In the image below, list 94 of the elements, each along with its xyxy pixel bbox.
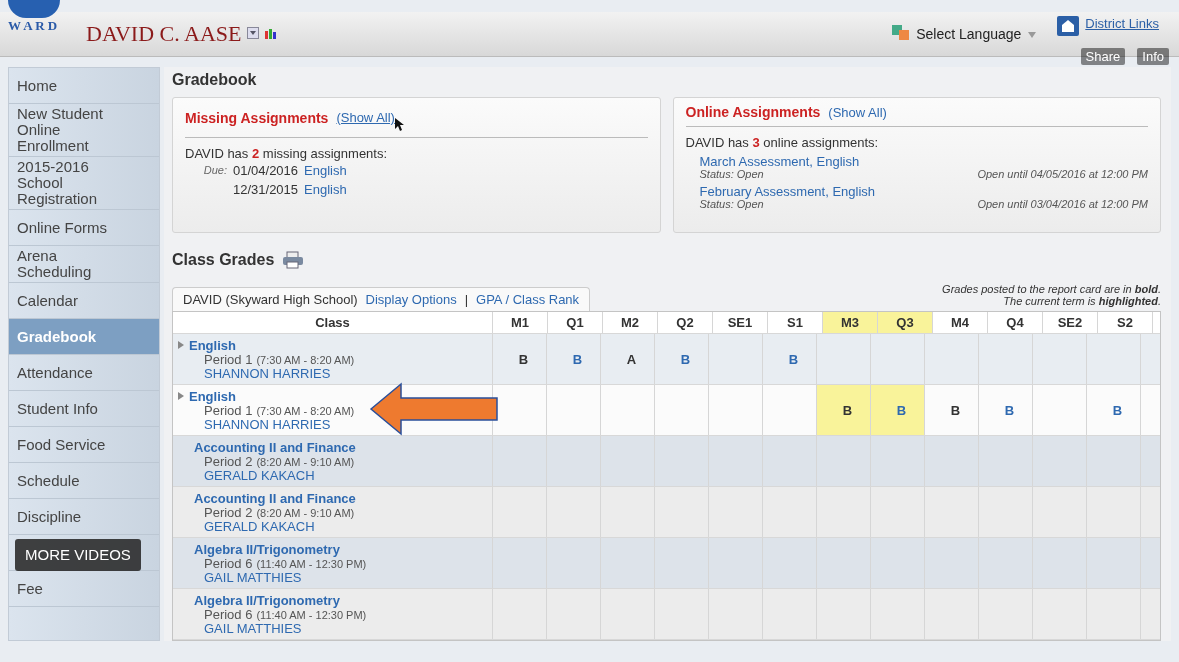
legend-text: The current term is highlighted. xyxy=(1002,295,1161,307)
sidebar-item[interactable]: Student Info xyxy=(9,391,159,427)
more-videos-button[interactable]: MORE VIDEOS xyxy=(15,539,141,571)
course-link[interactable]: English xyxy=(189,337,236,353)
sidebar-item[interactable]: Food Service xyxy=(9,427,159,463)
student-name[interactable]: DAVID C. AASE xyxy=(86,21,242,47)
column-header: Q2 xyxy=(658,312,713,333)
section-title: Class Grades xyxy=(172,251,275,269)
separator-text: | xyxy=(464,292,469,307)
due-label: Due: xyxy=(202,163,227,178)
column-header: Class xyxy=(173,312,493,333)
time-text: (11:40 AM - 12:30 PM) xyxy=(256,608,367,621)
logo-text: W A R D xyxy=(8,18,58,34)
open-until-text: Open until 04/05/2016 at 12:00 PM xyxy=(977,168,1148,180)
legend-text: Grades posted to the report card are in bold. xyxy=(942,283,1161,295)
bar-chart-icon xyxy=(265,26,278,42)
column-header: S2 xyxy=(1098,312,1153,333)
option-link[interactable]: GPA / Class Rank xyxy=(476,292,580,307)
column-header: M4 xyxy=(933,312,988,333)
course-link[interactable]: English xyxy=(304,180,347,199)
sidebar-item[interactable]: Home xyxy=(9,68,159,104)
summary-text: DAVID has 3 online assignments: xyxy=(685,135,880,150)
grade-text: B xyxy=(842,402,853,418)
grade-link[interactable]: B xyxy=(572,351,583,367)
sidebar-item[interactable]: Fee xyxy=(9,571,159,607)
course-link[interactable]: Algebra II/Trigonometry xyxy=(194,592,340,608)
student-tab[interactable]: DAVID (Skyward High School) Display Options | GPA / Class Rank xyxy=(172,287,591,311)
assignment-link[interactable]: March Assessment, English xyxy=(699,154,860,169)
column-header: M1 xyxy=(493,312,548,333)
sidebar-item[interactable]: New Student Online Enrollment xyxy=(9,104,159,157)
column-header: SE2 xyxy=(1043,312,1098,333)
info-button[interactable]: Info xyxy=(1137,48,1169,65)
status-text: Status: Open xyxy=(699,168,764,180)
column-header: Q3 xyxy=(878,312,933,333)
grade-text: A xyxy=(626,351,637,367)
course-link[interactable]: English xyxy=(304,161,347,180)
grade-link[interactable]: B xyxy=(788,351,799,367)
teacher-link[interactable]: GERALD KAKACH xyxy=(204,467,315,483)
column-header: M2 xyxy=(603,312,658,333)
show-all-link[interactable]: (Show All) xyxy=(828,104,887,120)
building-icon xyxy=(1057,16,1080,36)
teacher-link[interactable]: GAIL MATTHIES xyxy=(204,569,302,585)
expand-arrow-icon[interactable] xyxy=(178,392,184,400)
teacher-link[interactable]: SHANNON HARRIES xyxy=(204,416,331,432)
expand-arrow-icon[interactable] xyxy=(178,341,184,349)
time-text: (11:40 AM - 12:30 PM) xyxy=(256,557,367,570)
grade-link[interactable]: B xyxy=(1004,402,1015,418)
period-text: Period 2 xyxy=(204,453,253,469)
card-title: Online Assignments xyxy=(685,104,821,120)
summary-text: DAVID has 2 missing assignments: xyxy=(185,146,389,161)
column-header: M3 xyxy=(823,312,878,333)
time-text: (8:20 AM - 9:10 AM) xyxy=(256,506,355,519)
grade-link[interactable]: B xyxy=(680,351,691,367)
course-link[interactable]: Accounting II and Finance xyxy=(194,439,356,455)
status-text: Status: Open xyxy=(699,198,764,210)
grade-link[interactable]: B xyxy=(896,402,907,418)
sidebar-item[interactable]: Attendance xyxy=(9,355,159,391)
grade-text: B xyxy=(950,402,961,418)
time-text: (8:20 AM - 9:10 AM) xyxy=(256,455,355,468)
teacher-link[interactable]: GAIL MATTHIES xyxy=(204,620,302,636)
share-button[interactable]: Share xyxy=(1080,48,1126,65)
column-header: Q1 xyxy=(548,312,603,333)
time-text: (7:30 AM - 8:20 AM) xyxy=(256,353,355,366)
district-links-link[interactable]: District Links xyxy=(1085,16,1159,31)
open-until-text: Open until 03/04/2016 at 12:00 PM xyxy=(977,198,1148,210)
course-link[interactable]: English xyxy=(189,388,236,404)
dropdown-icon[interactable] xyxy=(247,26,260,42)
teacher-link[interactable]: GERALD KAKACH xyxy=(204,518,315,534)
assignment-link[interactable]: February Assessment, English xyxy=(699,184,876,199)
sidebar-item[interactable]: 2015-2016 School Registration xyxy=(9,157,159,210)
mouse-pointer-icon xyxy=(394,118,404,131)
sidebar-item[interactable]: Arena Scheduling xyxy=(9,246,159,283)
grade-text: B xyxy=(518,351,529,367)
teacher-link[interactable]: SHANNON HARRIES xyxy=(204,365,331,381)
sidebar-item[interactable]: Schedule xyxy=(9,463,159,499)
time-text: (7:30 AM - 8:20 AM) xyxy=(256,404,355,417)
card-title: Missing Assignments xyxy=(185,109,329,126)
sidebar-item[interactable]: Discipline xyxy=(9,499,159,535)
printer-icon[interactable] xyxy=(282,251,305,269)
sidebar-item[interactable]: Gradebook xyxy=(9,319,159,355)
column-header: SE1 xyxy=(713,312,768,333)
show-all-link[interactable]: (Show All) xyxy=(336,110,395,125)
due-date: 01/04/2016 xyxy=(233,162,299,180)
language-select[interactable]: Select Language xyxy=(916,26,1022,42)
page-title: Gradebook xyxy=(172,71,258,89)
column-header: Q4 xyxy=(988,312,1043,333)
tab-label: DAVID (Skyward High School) xyxy=(183,292,358,307)
course-link[interactable]: Accounting II and Finance xyxy=(194,490,356,506)
due-date: 12/31/2015 xyxy=(233,181,299,199)
option-link[interactable]: Display Options xyxy=(365,292,457,307)
grade-link[interactable]: B xyxy=(1112,402,1123,418)
period-text: Period 2 xyxy=(204,504,253,520)
course-link[interactable]: Algebra II/Trigonometry xyxy=(194,541,340,557)
sidebar-item[interactable]: Online Forms xyxy=(9,210,159,246)
